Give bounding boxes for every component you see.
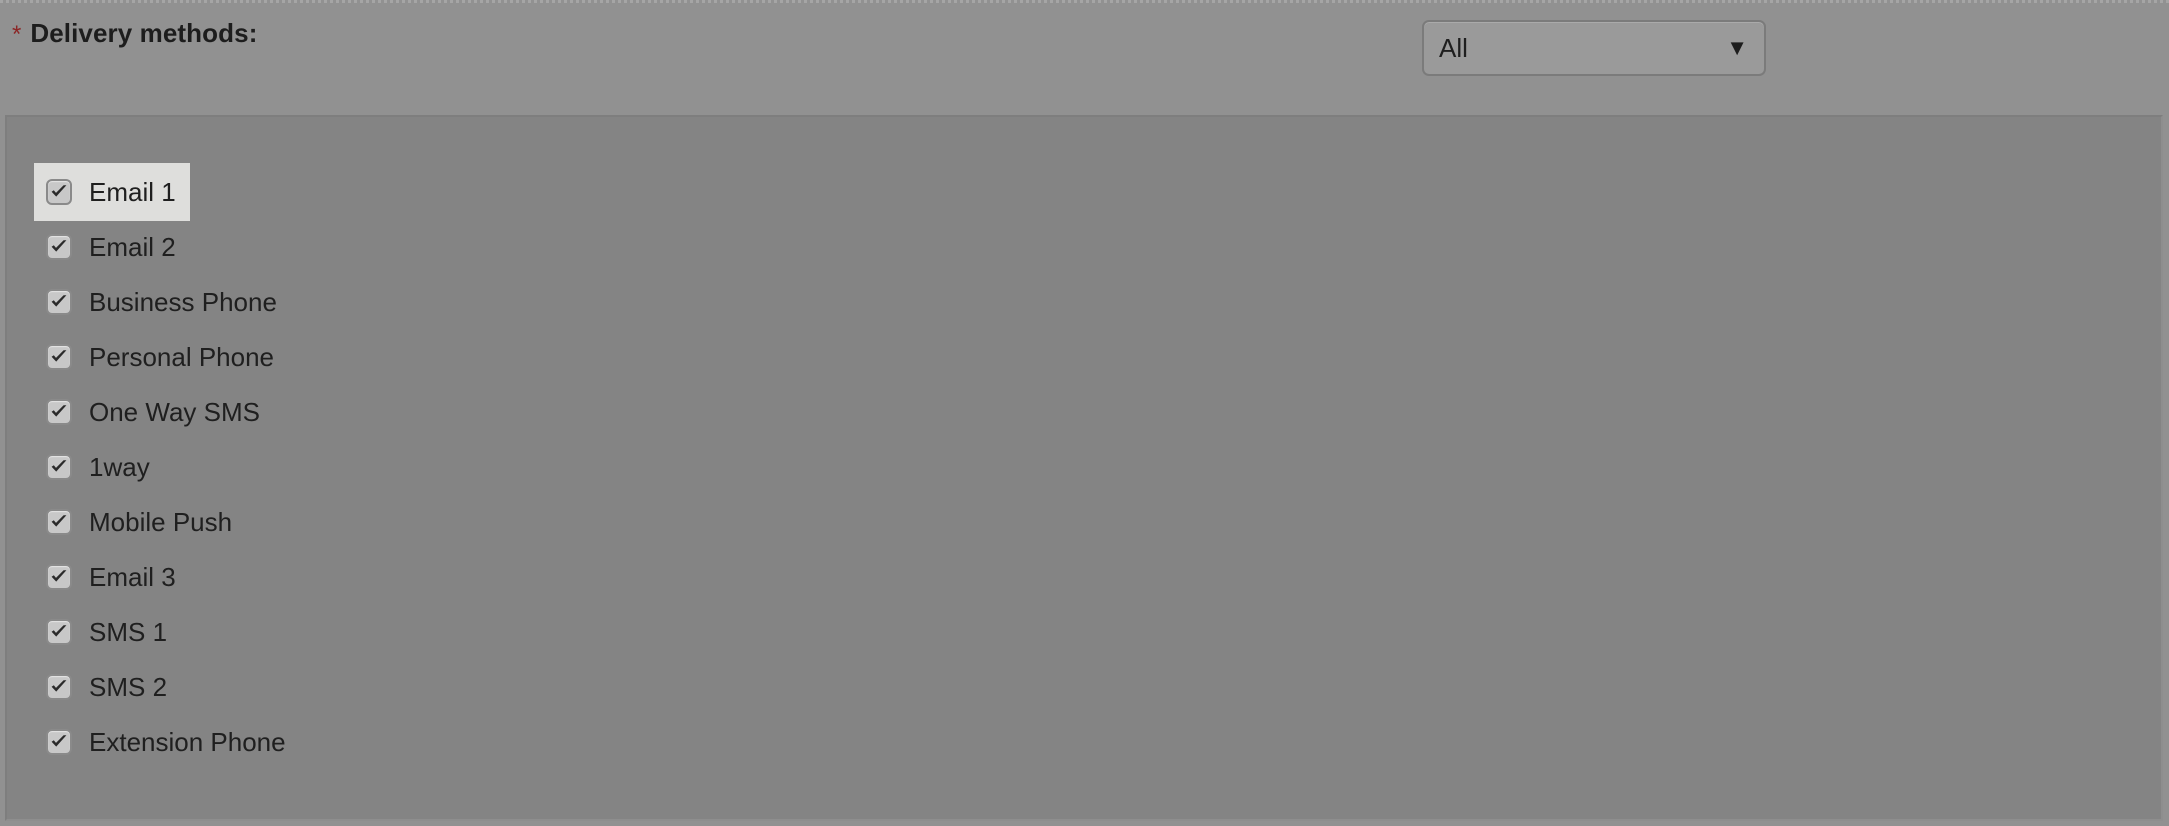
field-label-text: Delivery methods:: [30, 18, 258, 48]
delivery-method-option-label: Email 1: [89, 177, 176, 207]
delivery-methods-label: * Delivery methods:: [12, 18, 257, 49]
checkbox-checked-icon[interactable]: [46, 179, 72, 205]
checkbox-checked-icon[interactable]: [46, 729, 72, 755]
delivery-method-option-row[interactable]: One Way SMS: [34, 383, 274, 441]
checkbox-checked-icon[interactable]: [46, 344, 72, 370]
delivery-method-option-row[interactable]: SMS 1: [34, 603, 181, 661]
delivery-method-option-label: Extension Phone: [89, 727, 286, 757]
delivery-method-option-label: Mobile Push: [89, 507, 233, 537]
chevron-down-icon[interactable]: ▼: [1726, 20, 1748, 76]
delivery-method-option-label: Email 2: [89, 232, 176, 262]
delivery-method-option-row[interactable]: Personal Phone: [34, 328, 288, 386]
delivery-methods-panel: Email 1 Email 2 Business Phone Personal Pho…: [5, 115, 2163, 821]
delivery-method-option-label: Personal Phone: [89, 342, 275, 372]
delivery-methods-form: * Delivery methods: All ▼ Email 1 Email 2…: [0, 0, 2169, 826]
required-asterisk-icon: *: [12, 21, 22, 48]
delivery-method-option-label: 1way: [89, 452, 150, 482]
checkbox-checked-icon[interactable]: [46, 564, 72, 590]
checkbox-checked-icon[interactable]: [46, 234, 72, 260]
delivery-method-option-row[interactable]: Business Phone: [34, 273, 291, 331]
delivery-method-option-row[interactable]: Email 2: [34, 218, 190, 276]
checkbox-checked-icon[interactable]: [46, 674, 72, 700]
checkbox-checked-icon[interactable]: [46, 399, 72, 425]
delivery-methods-filter-dropdown[interactable]: All ▼: [1422, 20, 1766, 76]
delivery-method-option-row[interactable]: SMS 2: [34, 658, 181, 716]
delivery-method-option-row[interactable]: Email 3: [34, 548, 190, 606]
checkbox-checked-icon[interactable]: [46, 454, 72, 480]
delivery-method-option-row[interactable]: Email 1: [34, 163, 190, 221]
checkbox-checked-icon[interactable]: [46, 509, 72, 535]
dropdown-selected-value: All: [1439, 32, 1468, 63]
delivery-method-option-row[interactable]: 1way: [34, 438, 164, 496]
checkbox-checked-icon[interactable]: [46, 619, 72, 645]
delivery-method-option-label: Email 3: [89, 562, 176, 592]
delivery-method-option-label: Business Phone: [89, 287, 277, 317]
delivery-method-option-label: SMS 2: [89, 672, 168, 702]
dropdown-box[interactable]: [1422, 20, 1766, 76]
form-header-row: * Delivery methods: All ▼: [0, 6, 2169, 101]
delivery-method-option-row[interactable]: Mobile Push: [34, 493, 246, 551]
checkbox-checked-icon[interactable]: [46, 289, 72, 315]
delivery-method-option-label: One Way SMS: [89, 397, 260, 427]
delivery-method-option-row[interactable]: Extension Phone: [34, 713, 300, 771]
delivery-method-option-label: SMS 1: [89, 617, 168, 647]
